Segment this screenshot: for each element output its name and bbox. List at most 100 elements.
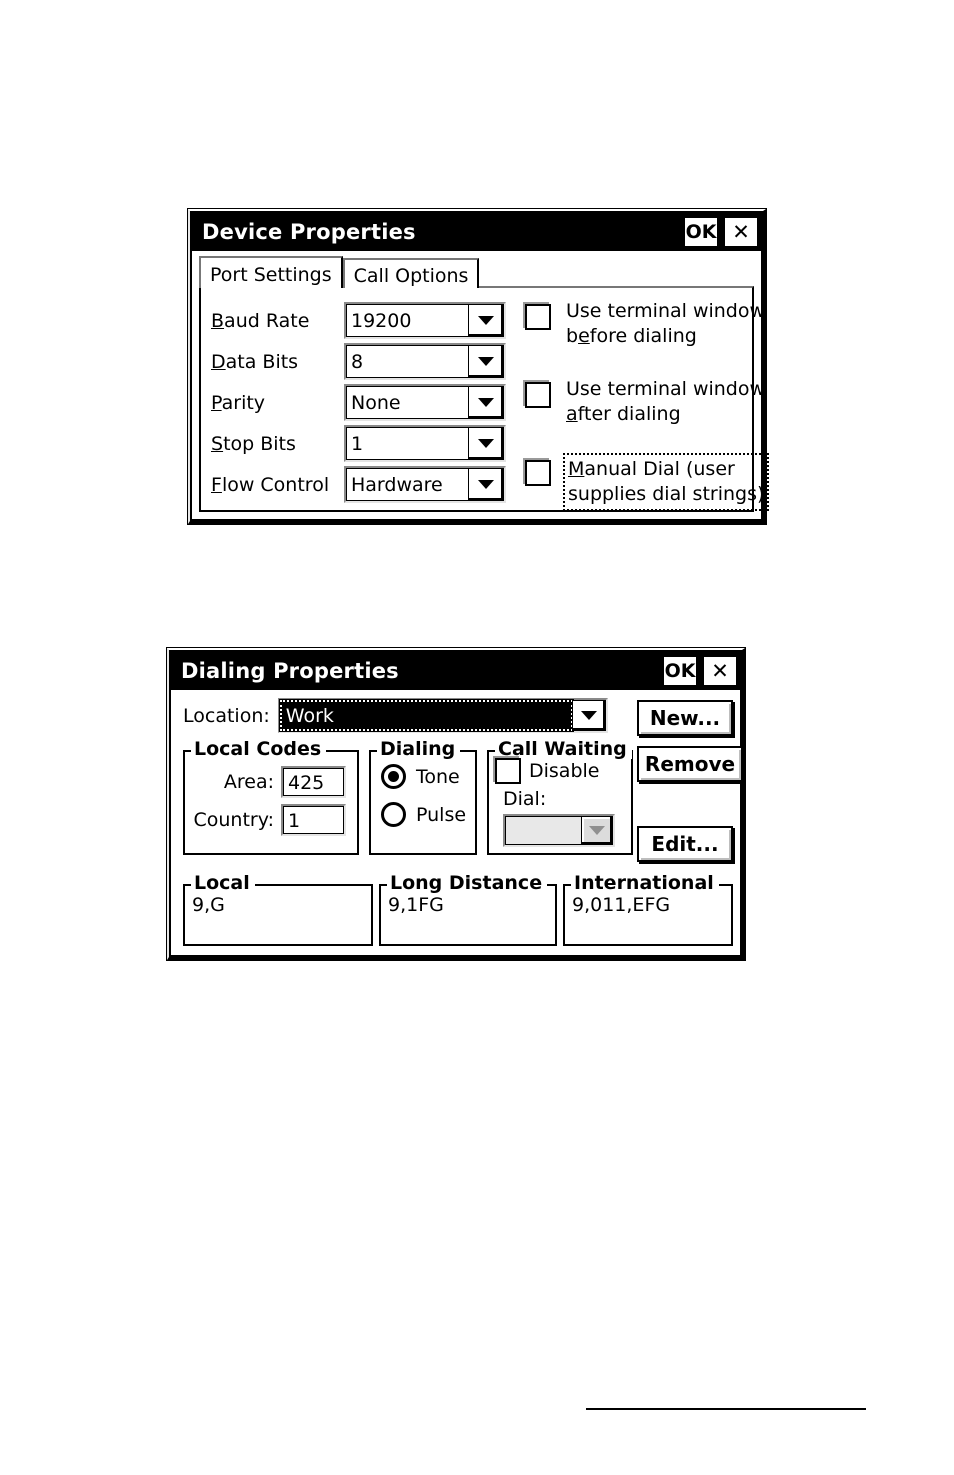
close-icon[interactable]: ✕ <box>724 217 758 247</box>
data-bits-label: Data Bits <box>211 351 344 373</box>
accel-key: a <box>566 403 578 425</box>
form-row-parity: Parity None <box>211 382 506 423</box>
checkbox-box[interactable] <box>525 304 551 330</box>
form-row-flow-control: Flow Control Hardware <box>211 464 506 505</box>
baud-rate-label: Baud Rate <box>211 310 344 332</box>
baud-rate-combo[interactable]: 19200 <box>344 302 506 339</box>
checkbox-box[interactable] <box>525 382 551 408</box>
country-value[interactable]: 1 <box>283 806 344 834</box>
label-line-1: Use terminal window <box>566 378 766 400</box>
location-value[interactable]: Work <box>278 699 574 732</box>
flow-control-combo[interactable]: Hardware <box>344 466 506 503</box>
checkbox-terminal-before-dialing[interactable]: Use terminal window before dialing <box>523 297 769 351</box>
local-codes-group: Local Codes Area: 425 Country: 1 <box>183 739 359 855</box>
data-bits-combo[interactable]: 8 <box>344 343 506 380</box>
dial-label: Dial: <box>503 788 547 810</box>
location-combo[interactable]: Work <box>277 698 608 733</box>
close-icon[interactable]: ✕ <box>703 656 737 686</box>
ok-button[interactable]: OK <box>684 217 718 247</box>
remove-button[interactable]: Remove <box>637 746 743 782</box>
chevron-down-icon[interactable] <box>468 468 504 501</box>
disable-label[interactable]: Disable <box>529 760 599 782</box>
tabstrip: Port Settings Call Options <box>199 256 761 288</box>
accel-key: S <box>211 432 224 455</box>
label-text: low Control <box>221 473 330 496</box>
accel-key: B <box>211 309 225 332</box>
stop-bits-combo[interactable]: 1 <box>344 425 506 462</box>
parity-combo[interactable]: None <box>344 384 506 421</box>
form-row-stop-bits: Stop Bits 1 <box>211 423 506 464</box>
dialing-properties-titlebar: Dialing Properties OK ✕ <box>171 652 740 690</box>
tab-port-settings[interactable]: Port Settings <box>199 256 343 288</box>
chevron-down-icon[interactable] <box>468 386 504 419</box>
area-value[interactable]: 425 <box>283 768 344 796</box>
radio-tone[interactable]: Tone <box>381 764 460 789</box>
chevron-down-icon[interactable] <box>468 304 504 337</box>
local-content: 9,G <box>185 886 371 944</box>
checkbox-label[interactable]: Use terminal window after dialing <box>563 375 768 429</box>
radio-tone-label[interactable]: Tone <box>416 766 460 788</box>
titlebar-buttons: OK ✕ <box>663 656 737 686</box>
area-label: Area: <box>223 771 274 793</box>
dial-value[interactable] <box>505 816 582 845</box>
local-codes-content: Area: 425 Country: 1 <box>185 752 357 853</box>
chevron-down-icon[interactable] <box>581 816 613 845</box>
new-button[interactable]: New... <box>637 700 733 736</box>
ok-button[interactable]: OK <box>663 656 697 686</box>
dialing-content: Tone Pulse <box>371 752 475 853</box>
long-distance-content: 9,1FG <box>381 886 555 944</box>
checkbox-manual-dial[interactable]: Manual Dial (user supplies dial strings) <box>523 453 770 511</box>
long-distance-value: 9,1FG <box>388 894 444 916</box>
stop-bits-value[interactable]: 1 <box>346 427 469 460</box>
tab-call-options[interactable]: Call Options <box>342 258 480 288</box>
port-settings-panel: Baud Rate 19200 Data Bits 8 Parity None … <box>199 286 770 512</box>
country-row: Country: 1 <box>189 804 346 836</box>
flow-control-value[interactable]: Hardware <box>346 468 469 501</box>
arrow-down-glyph <box>478 357 494 366</box>
accel-key: P <box>211 391 222 414</box>
dial-combo[interactable] <box>503 814 615 847</box>
dialing-group: Dialing Tone Pulse <box>369 739 477 855</box>
baud-rate-value[interactable]: 19200 <box>346 304 469 337</box>
checkbox-label[interactable]: Manual Dial (user supplies dial strings) <box>563 453 770 511</box>
checkbox-box[interactable] <box>495 758 521 784</box>
device-properties-titlebar: Device Properties OK ✕ <box>192 213 761 251</box>
parity-value[interactable]: None <box>346 386 469 419</box>
checkbox-box[interactable] <box>525 460 551 486</box>
checkbox-label[interactable]: Use terminal window before dialing <box>563 297 768 351</box>
label-line-1: anual Dial (user <box>584 458 735 480</box>
radio-button[interactable] <box>381 764 406 789</box>
label-line-2a: b <box>566 325 579 347</box>
stop-bits-label: Stop Bits <box>211 433 344 455</box>
area-input[interactable]: 425 <box>281 766 346 798</box>
country-input[interactable]: 1 <box>281 804 346 836</box>
arrow-down-glyph <box>478 398 494 407</box>
radio-pulse[interactable]: Pulse <box>381 802 466 827</box>
chevron-down-icon[interactable] <box>468 345 504 378</box>
edit-button[interactable]: Edit... <box>637 826 733 862</box>
country-label: Country: <box>193 809 275 831</box>
flow-control-label: Flow Control <box>211 474 344 496</box>
label-text: aud Rate <box>224 309 310 332</box>
radio-button[interactable] <box>381 802 406 827</box>
call-waiting-group: Call Waiting Disable Dial: <box>487 739 633 855</box>
device-properties-dialog[interactable]: Device Properties OK ✕ Port Settings Cal… <box>187 208 770 525</box>
terminal-options-list: Use terminal window before dialing Use te… <box>523 297 770 535</box>
chevron-down-icon[interactable] <box>571 700 606 731</box>
arrow-down-glyph <box>589 826 605 835</box>
dialog-inner: Dialing Properties OK ✕ Location: Work N… <box>169 650 743 957</box>
chevron-down-icon[interactable] <box>468 427 504 460</box>
label-line-2b: fore dialing <box>589 325 697 347</box>
titlebar-buttons: OK ✕ <box>684 217 758 247</box>
data-bits-value[interactable]: 8 <box>346 345 469 378</box>
label-line-1: Use terminal window <box>566 300 766 322</box>
dialing-properties-dialog[interactable]: Dialing Properties OK ✕ Location: Work N… <box>166 647 746 961</box>
arrow-down-glyph <box>478 439 494 448</box>
arrow-down-glyph <box>478 480 494 489</box>
radio-pulse-label[interactable]: Pulse <box>416 804 466 826</box>
dialog-inner: Device Properties OK ✕ Port Settings Cal… <box>190 211 770 521</box>
long-distance-group: Long Distance 9,1FG <box>379 873 557 946</box>
checkbox-terminal-after-dialing[interactable]: Use terminal window after dialing <box>523 375 769 429</box>
disable-checkbox-row[interactable]: Disable <box>495 758 599 784</box>
accel-key: D <box>211 350 226 373</box>
